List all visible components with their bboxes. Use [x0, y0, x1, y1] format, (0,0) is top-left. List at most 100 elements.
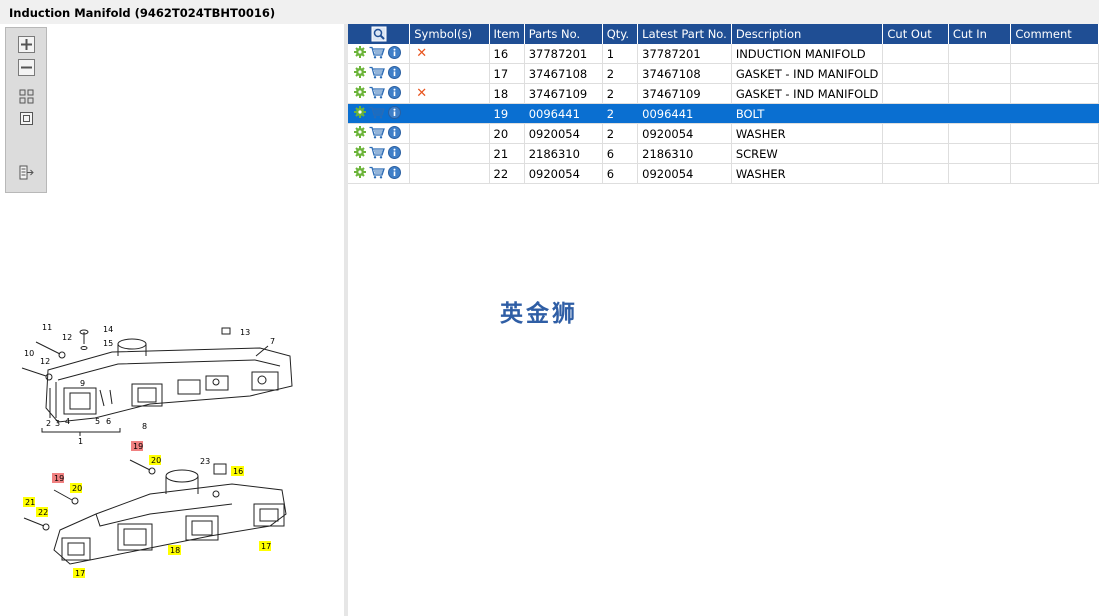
- table-row[interactable]: 21 2186310 6 2186310 SCREW: [348, 143, 1099, 164]
- column-header-cut-out[interactable]: Cut Out: [882, 24, 949, 44]
- cut-in-cell[interactable]: [948, 63, 1012, 84]
- add-to-cart-icon[interactable]: [369, 46, 385, 62]
- qty-cell[interactable]: 2: [602, 63, 639, 84]
- cut-out-cell[interactable]: [882, 83, 949, 104]
- symbol-cell[interactable]: [409, 143, 490, 164]
- parts-no-cell[interactable]: 0096441: [524, 103, 603, 124]
- comment-cell[interactable]: [1010, 103, 1099, 124]
- latest-part-no-cell[interactable]: 0920054: [637, 123, 732, 144]
- table-row[interactable]: ✕ 18 37467109 2 37467109 GASKET - IND MANIFOL…: [348, 83, 1099, 104]
- description-cell[interactable]: GASKET - IND MANIFOLD: [731, 63, 884, 84]
- item-cell[interactable]: 18: [489, 83, 525, 104]
- cut-out-cell[interactable]: [882, 123, 949, 144]
- cut-in-cell[interactable]: [948, 83, 1012, 104]
- item-cell[interactable]: 19: [489, 103, 525, 124]
- settings-gear-icon[interactable]: [354, 66, 366, 81]
- table-row[interactable]: 17 37467108 2 37467108 GASKET - IND MANIFOLD: [348, 63, 1099, 84]
- cut-in-cell[interactable]: [948, 123, 1012, 144]
- description-cell[interactable]: WASHER: [731, 163, 884, 184]
- comment-cell[interactable]: [1010, 163, 1099, 184]
- add-to-cart-icon[interactable]: [369, 66, 385, 82]
- column-header-symbols[interactable]: Symbol(s): [409, 24, 490, 44]
- parts-no-cell[interactable]: 0920054: [524, 123, 603, 144]
- cut-out-cell[interactable]: [882, 44, 949, 64]
- description-cell[interactable]: SCREW: [731, 143, 884, 164]
- description-cell[interactable]: WASHER: [731, 123, 884, 144]
- latest-part-no-cell[interactable]: 37787201: [637, 44, 732, 64]
- parts-diagram[interactable]: 11 12 14 15 13 7 10 12 9 2 3 4 5 6 8 1 1…: [0, 318, 344, 588]
- comment-cell[interactable]: [1010, 63, 1099, 84]
- qty-cell[interactable]: 6: [602, 163, 639, 184]
- settings-gear-icon[interactable]: [354, 86, 366, 101]
- symbol-cell[interactable]: ✕: [409, 83, 490, 104]
- cut-out-cell[interactable]: [882, 163, 949, 184]
- symbol-cell[interactable]: [409, 63, 490, 84]
- actions-cell[interactable]: [348, 163, 411, 184]
- item-cell[interactable]: 20: [489, 123, 525, 144]
- add-to-cart-icon[interactable]: [369, 126, 385, 142]
- info-icon[interactable]: [388, 125, 401, 142]
- table-row[interactable]: 22 0920054 6 0920054 WASHER: [348, 163, 1099, 184]
- settings-gear-icon[interactable]: [354, 166, 366, 181]
- item-cell[interactable]: 17: [489, 63, 525, 84]
- actions-cell[interactable]: [348, 83, 411, 104]
- add-to-cart-icon[interactable]: [369, 86, 385, 102]
- plus-icon[interactable]: [18, 36, 35, 53]
- column-header-cut-in[interactable]: Cut In: [948, 24, 1012, 44]
- info-icon[interactable]: [388, 105, 401, 122]
- parts-no-cell[interactable]: 37467109: [524, 83, 603, 104]
- info-icon[interactable]: [388, 45, 401, 62]
- comment-cell[interactable]: [1010, 143, 1099, 164]
- info-icon[interactable]: [388, 85, 401, 102]
- qty-cell[interactable]: 2: [602, 123, 639, 144]
- qty-cell[interactable]: 2: [602, 103, 639, 124]
- grid-fit-icon[interactable]: [18, 88, 35, 105]
- description-cell[interactable]: BOLT: [731, 103, 884, 124]
- qty-cell[interactable]: 2: [602, 83, 639, 104]
- cut-out-cell[interactable]: [882, 63, 949, 84]
- settings-gear-icon[interactable]: [354, 106, 366, 121]
- column-header-description[interactable]: Description: [731, 24, 884, 44]
- symbol-cell[interactable]: [409, 103, 490, 124]
- description-cell[interactable]: GASKET - IND MANIFOLD: [731, 83, 884, 104]
- settings-gear-icon[interactable]: [354, 126, 366, 141]
- cut-in-cell[interactable]: [948, 103, 1012, 124]
- table-row[interactable]: 19 0096441 2 0096441 BOLT: [348, 103, 1099, 124]
- column-header-parts-no[interactable]: Parts No.: [524, 24, 603, 44]
- latest-part-no-cell[interactable]: 37467109: [637, 83, 732, 104]
- add-to-cart-icon[interactable]: [369, 106, 385, 122]
- item-cell[interactable]: 22: [489, 163, 525, 184]
- parts-no-cell[interactable]: 2186310: [524, 143, 603, 164]
- actions-cell[interactable]: [348, 143, 411, 164]
- qty-cell[interactable]: 1: [602, 44, 639, 64]
- square-icon[interactable]: [18, 110, 35, 127]
- table-row[interactable]: 20 0920054 2 0920054 WASHER: [348, 123, 1099, 144]
- export-icon[interactable]: [18, 164, 35, 181]
- actions-cell[interactable]: [348, 63, 411, 84]
- cut-in-cell[interactable]: [948, 163, 1012, 184]
- column-header-comment[interactable]: Comment: [1010, 24, 1099, 44]
- zoom-to-part-icon[interactable]: [371, 26, 387, 42]
- column-header-latest-part-no[interactable]: Latest Part No.: [637, 24, 732, 44]
- parts-no-cell[interactable]: 37787201: [524, 44, 603, 64]
- comment-cell[interactable]: [1010, 123, 1099, 144]
- item-cell[interactable]: 16: [489, 44, 525, 64]
- cut-out-cell[interactable]: [882, 103, 949, 124]
- item-cell[interactable]: 21: [489, 143, 525, 164]
- info-icon[interactable]: [388, 165, 401, 182]
- info-icon[interactable]: [388, 145, 401, 162]
- latest-part-no-cell[interactable]: 2186310: [637, 143, 732, 164]
- comment-cell[interactable]: [1010, 83, 1099, 104]
- cut-in-cell[interactable]: [948, 44, 1012, 64]
- actions-cell[interactable]: [348, 44, 411, 64]
- minus-icon[interactable]: [18, 59, 35, 76]
- actions-cell[interactable]: [348, 103, 411, 124]
- parts-no-cell[interactable]: 0920054: [524, 163, 603, 184]
- symbol-cell[interactable]: [409, 123, 490, 144]
- column-header-item[interactable]: Item: [489, 24, 525, 44]
- info-icon[interactable]: [388, 65, 401, 82]
- latest-part-no-cell[interactable]: 0096441: [637, 103, 732, 124]
- settings-gear-icon[interactable]: [354, 146, 366, 161]
- qty-cell[interactable]: 6: [602, 143, 639, 164]
- cut-in-cell[interactable]: [948, 143, 1012, 164]
